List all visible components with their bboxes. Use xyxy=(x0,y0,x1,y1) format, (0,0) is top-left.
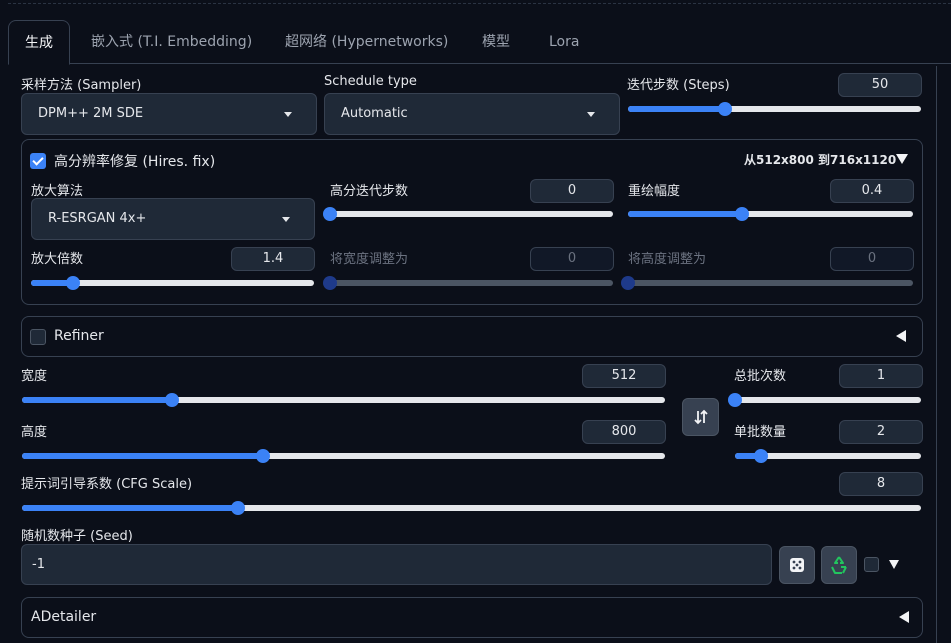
width-slider[interactable] xyxy=(22,393,665,407)
upscale-by-label: 放大倍数 xyxy=(31,252,84,267)
resize-height-label: 将高度调整为 xyxy=(628,252,707,267)
hires-steps-slider[interactable] xyxy=(323,207,613,221)
extra-seed-checkbox[interactable] xyxy=(864,557,879,572)
denoise-slider[interactable] xyxy=(628,207,913,221)
batch-size-slider[interactable] xyxy=(735,449,921,463)
seed-label: 随机数种子 (Seed) xyxy=(21,529,133,544)
hires-fix-summary: 从512x800 到716x1120 xyxy=(744,153,897,167)
width-label: 宽度 xyxy=(21,369,48,384)
refiner-label: Refiner xyxy=(54,328,104,344)
random-seed-button[interactable] xyxy=(779,546,815,584)
tab-embedding[interactable]: 嵌入式 (T.I. Embedding) xyxy=(91,20,252,64)
denoise-label: 重绘幅度 xyxy=(628,184,681,199)
chevron-down-icon xyxy=(282,217,290,222)
upscaler-label: 放大算法 xyxy=(31,184,84,199)
adetailer-label: ADetailer xyxy=(31,609,97,625)
seed-value: -1 xyxy=(32,557,45,572)
height-input[interactable]: 800 xyxy=(582,420,666,444)
hires-steps-label: 高分迭代步数 xyxy=(330,184,409,199)
schedule-dropdown[interactable]: Automatic xyxy=(324,93,620,135)
adetailer-panel[interactable] xyxy=(21,597,923,638)
upscaler-dropdown[interactable]: R-ESRGAN 4x+ xyxy=(31,198,315,240)
cfg-input[interactable]: 8 xyxy=(839,472,923,496)
expand-toggle-icon[interactable] xyxy=(899,611,909,623)
steps-input[interactable]: 50 xyxy=(838,73,922,97)
resize-height-slider xyxy=(621,276,913,290)
upscale-by-slider[interactable] xyxy=(31,276,314,290)
batch-count-slider[interactable] xyxy=(728,393,921,407)
steps-label: 迭代步数 (Steps) xyxy=(627,78,730,93)
refiner-panel[interactable] xyxy=(21,316,923,357)
batch-count-label: 总批次数 xyxy=(734,369,787,384)
resize-width-label: 将宽度调整为 xyxy=(330,252,409,267)
resize-width-slider xyxy=(323,276,613,290)
seed-input[interactable]: -1 xyxy=(21,544,772,585)
chevron-down-icon xyxy=(587,112,595,117)
height-slider[interactable] xyxy=(22,449,665,463)
reuse-seed-button[interactable] xyxy=(821,546,857,584)
chevron-down-icon xyxy=(284,112,292,117)
tab-models[interactable]: 模型 xyxy=(482,20,510,64)
sampler-value: DPM++ 2M SDE xyxy=(38,106,144,121)
collapse-toggle-icon[interactable] xyxy=(896,154,908,164)
extra-options-toggle-icon[interactable] xyxy=(889,560,899,569)
hires-fix-label: 高分辨率修复 (Hires. fix) xyxy=(54,154,216,170)
tab-generate[interactable]: 生成 xyxy=(8,20,70,65)
batch-size-label: 单批数量 xyxy=(734,425,787,440)
top-divider xyxy=(8,3,951,4)
resize-height-input: 0 xyxy=(830,247,914,271)
batch-size-input[interactable]: 2 xyxy=(839,420,923,444)
tab-lora[interactable]: Lora xyxy=(549,20,579,64)
resize-width-input: 0 xyxy=(530,247,614,271)
denoise-input[interactable]: 0.4 xyxy=(830,179,914,203)
expand-toggle-icon[interactable] xyxy=(896,330,906,342)
swap-dimensions-button[interactable] xyxy=(682,398,719,436)
batch-count-input[interactable]: 1 xyxy=(839,364,923,388)
dice-icon xyxy=(790,558,804,572)
tab-bar: 生成 嵌入式 (T.I. Embedding) 超网络 (Hypernetwor… xyxy=(8,20,951,65)
steps-slider[interactable] xyxy=(628,102,921,116)
cfg-label: 提示词引导系数 (CFG Scale) xyxy=(21,477,193,492)
right-panel-edge xyxy=(936,66,951,643)
refiner-checkbox[interactable] xyxy=(30,329,46,345)
height-label: 高度 xyxy=(21,425,48,440)
hires-fix-checkbox[interactable] xyxy=(30,153,46,169)
upscaler-value: R-ESRGAN 4x+ xyxy=(48,211,147,226)
sampler-label: 采样方法 (Sampler) xyxy=(21,78,142,93)
page: 生成 嵌入式 (T.I. Embedding) 超网络 (Hypernetwor… xyxy=(0,0,951,643)
sampler-dropdown[interactable]: DPM++ 2M SDE xyxy=(21,93,317,135)
tab-hypernetworks[interactable]: 超网络 (Hypernetworks) xyxy=(285,20,448,64)
swap-arrows-icon xyxy=(693,409,708,425)
hires-steps-input[interactable]: 0 xyxy=(530,179,614,203)
cfg-slider[interactable] xyxy=(22,501,921,515)
width-input[interactable]: 512 xyxy=(582,364,666,388)
schedule-label: Schedule type xyxy=(324,74,417,89)
recycle-icon xyxy=(831,556,847,574)
upscale-by-input[interactable]: 1.4 xyxy=(231,247,315,271)
schedule-value: Automatic xyxy=(341,106,408,121)
